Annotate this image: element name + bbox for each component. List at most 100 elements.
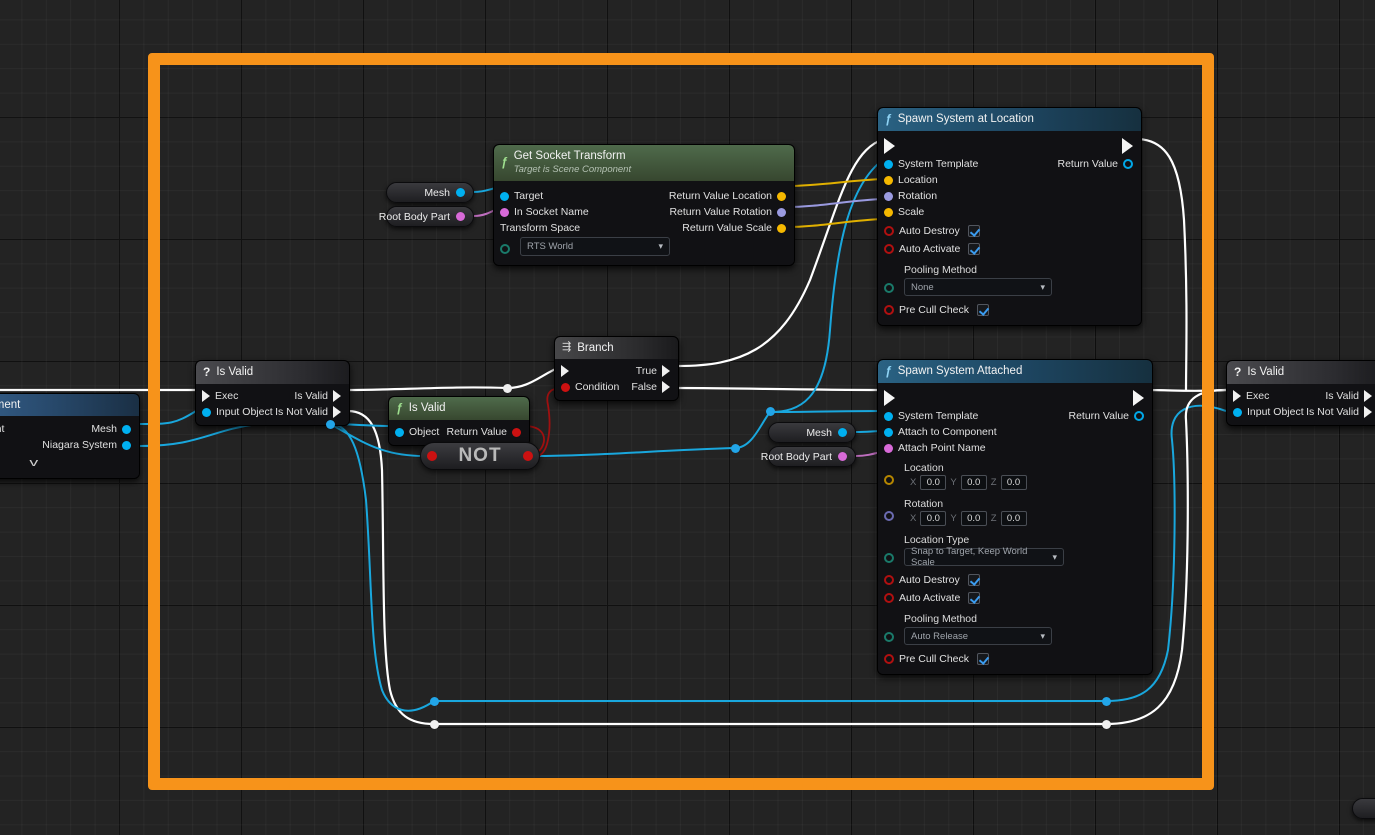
node-row[interactable]: Exec Is Valid xyxy=(1227,388,1375,404)
variable-getter-mesh-1[interactable]: Mesh xyxy=(386,182,474,203)
input-pin-exec[interactable] xyxy=(1233,390,1241,402)
output-pin-return-value-location[interactable] xyxy=(777,191,786,201)
pre-cull-check-checkbox[interactable] xyxy=(977,653,990,665)
output-pin-false[interactable] xyxy=(662,381,670,394)
node-row[interactable]: Attach to Component xyxy=(878,424,1152,440)
input-pin-auto-activate[interactable] xyxy=(884,244,894,254)
input-pin-in-socket-name[interactable] xyxy=(500,207,509,217)
transform-space-row[interactable]: RTS World ▾ xyxy=(494,237,794,257)
location-z-field[interactable]: 0.0 xyxy=(1000,475,1027,490)
node-row[interactable]: Auto Destroy xyxy=(878,568,1152,588)
output-pin-return-value[interactable] xyxy=(512,427,521,437)
input-pin-exec[interactable] xyxy=(561,365,569,378)
node-spawn-system-attached[interactable]: ƒ Spawn System Attached System Template … xyxy=(877,359,1153,675)
node-row[interactable]: Attach Point Name xyxy=(878,440,1152,456)
node-row[interactable]: Object Return Value xyxy=(389,424,529,440)
input-pin-input-object[interactable] xyxy=(202,407,211,417)
pooling-method-row[interactable]: Auto Release ▾ xyxy=(878,627,1152,645)
input-pin-pooling-method[interactable] xyxy=(884,283,894,293)
rotation-z-field[interactable]: 0.0 xyxy=(1000,511,1027,526)
input-pin-object[interactable] xyxy=(395,427,404,437)
output-pin-mesh[interactable] xyxy=(122,424,131,434)
output-pin-niagara-system[interactable] xyxy=(122,440,131,450)
output-pin-mesh[interactable] xyxy=(456,188,465,197)
node-row[interactable]: Target Return Value Location xyxy=(494,188,794,204)
variable-getter-root-body-part-2[interactable]: Root Body Part xyxy=(761,446,856,467)
output-pin-is-not-valid[interactable] xyxy=(1364,406,1372,418)
node-row[interactable]: Condition False xyxy=(555,379,678,395)
pre-cull-check-checkbox[interactable] xyxy=(977,304,990,316)
input-pin-exec[interactable] xyxy=(884,138,895,154)
reroute-knot-exec[interactable] xyxy=(430,720,439,729)
pooling-method-dropdown[interactable]: Auto Release ▾ xyxy=(904,627,1052,645)
blueprint-graph-canvas[interactable]: Dismemberment ismemberment Mesh Niagara … xyxy=(0,0,1375,835)
node-row[interactable]: ismemberment Mesh xyxy=(0,421,139,437)
input-pin-attach-to-component[interactable] xyxy=(884,427,893,437)
input-pin-exec[interactable] xyxy=(202,390,210,402)
node-row[interactable]: Niagara System xyxy=(0,437,139,453)
reroute-knot-exec[interactable] xyxy=(503,384,512,393)
input-pin-input-object[interactable] xyxy=(1233,407,1242,417)
input-pin-pre-cull-check[interactable] xyxy=(884,654,894,664)
output-pin-exec[interactable] xyxy=(1122,138,1133,154)
output-pin-return-value-scale[interactable] xyxy=(777,223,786,233)
auto-activate-checkbox[interactable] xyxy=(968,592,981,604)
node-row[interactable]: In Socket Name Return Value Rotation xyxy=(494,204,794,220)
input-pin-pre-cull-check[interactable] xyxy=(884,305,894,315)
auto-destroy-checkbox[interactable] xyxy=(967,225,980,237)
output-pin-root-body-part[interactable] xyxy=(456,212,465,221)
variable-getter-partial-bottom-right[interactable]: R xyxy=(1352,798,1375,819)
input-pin-condition[interactable] xyxy=(561,382,570,392)
pooling-method-row[interactable]: None ▾ xyxy=(878,278,1141,296)
reroute-knot-exec[interactable] xyxy=(1102,720,1111,729)
location-vector-fields[interactable]: X 0.0 Y 0.0 Z 0.0 xyxy=(878,475,1152,492)
node-row[interactable]: Pre Cull Check xyxy=(878,647,1152,667)
node-row[interactable]: System Template Return Value xyxy=(878,408,1152,424)
node-branch[interactable]: ⇶ Branch True Condition False xyxy=(554,336,679,402)
node-is-valid-macro-left[interactable]: ? Is Valid Exec Is Valid Input Object Is… xyxy=(195,360,350,426)
node-row[interactable]: True xyxy=(555,363,678,379)
node-row[interactable]: Pre Cull Check xyxy=(878,298,1141,318)
node-row[interactable]: Transform Space Return Value Scale xyxy=(494,220,794,236)
input-pin-auto-destroy[interactable] xyxy=(884,226,894,236)
output-pin-return-value-rotation[interactable] xyxy=(777,207,786,217)
reroute-knot-object[interactable] xyxy=(766,407,775,416)
location-type-row[interactable]: Snap to Target, Keep World Scale ▾ xyxy=(878,546,1152,568)
input-pin-scale[interactable] xyxy=(884,207,893,217)
node-row[interactable]: Input Object Is Not Valid xyxy=(196,404,349,420)
input-pin-attach-point-name[interactable] xyxy=(884,443,893,453)
variable-getter-root-body-part-1[interactable]: Root Body Part xyxy=(379,206,474,227)
rotation-vector-row[interactable]: Rotation X 0.0 Y 0.0 Z 0.0 xyxy=(878,497,1152,528)
output-pin-is-not-valid[interactable] xyxy=(333,406,341,418)
reroute-knot-object[interactable] xyxy=(731,444,740,453)
location-vector-row[interactable]: Location X 0.0 Y 0.0 Z 0.0 xyxy=(878,461,1152,492)
rotation-y-field[interactable]: 0.0 xyxy=(960,511,987,526)
input-pin-auto-destroy[interactable] xyxy=(884,575,894,585)
input-pin-pooling-method[interactable] xyxy=(884,632,894,642)
input-pin-system-template[interactable] xyxy=(884,411,893,421)
node-is-valid-macro-right[interactable]: ? Is Valid Exec Is Valid Input Object Is… xyxy=(1226,360,1375,426)
output-pin-return-value[interactable] xyxy=(1123,159,1133,169)
node-row[interactable]: Exec Is Valid xyxy=(196,388,349,404)
output-pin-true[interactable] xyxy=(662,365,670,378)
pooling-method-dropdown[interactable]: None ▾ xyxy=(904,278,1052,296)
location-y-field[interactable]: 0.0 xyxy=(960,475,987,490)
output-pin-not[interactable] xyxy=(523,451,533,461)
node-row-exec[interactable] xyxy=(878,136,1141,156)
reroute-knot-object[interactable] xyxy=(326,420,335,429)
node-spawn-system-at-location[interactable]: ƒ Spawn System at Location System Templa… xyxy=(877,107,1142,326)
output-pin-mesh[interactable] xyxy=(838,428,847,437)
input-pin-location[interactable] xyxy=(884,175,893,185)
node-get-socket-transform[interactable]: ƒ Get Socket Transform Target is Scene C… xyxy=(493,144,795,267)
input-pin-not[interactable] xyxy=(427,451,437,461)
node-row[interactable]: Rotation xyxy=(878,188,1141,204)
reroute-knot-object[interactable] xyxy=(1102,697,1111,706)
output-pin-is-valid[interactable] xyxy=(333,390,341,402)
location-type-dropdown[interactable]: Snap to Target, Keep World Scale ▾ xyxy=(904,546,1064,568)
reroute-knot-object[interactable] xyxy=(430,697,439,706)
node-row[interactable]: Auto Destroy xyxy=(878,220,1141,239)
node-is-valid-function[interactable]: ƒ Is Valid Object Return Value xyxy=(388,396,530,446)
input-pin-exec[interactable] xyxy=(884,390,895,406)
rotation-x-field[interactable]: 0.0 xyxy=(920,511,947,526)
transform-space-dropdown[interactable]: RTS World ▾ xyxy=(520,237,670,257)
